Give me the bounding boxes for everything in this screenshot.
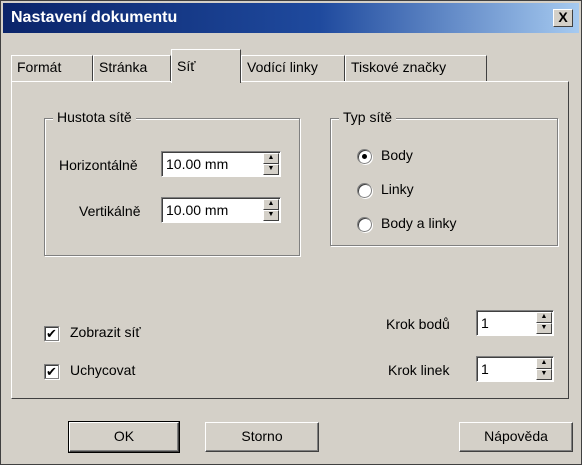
horizontal-down-arrow-icon[interactable]: ▼ — [263, 164, 279, 175]
snap-checkbox[interactable]: ✔ — [44, 364, 59, 379]
tab-grid[interactable]: Síť — [171, 49, 241, 83]
line-step-value[interactable]: 1 — [481, 361, 489, 377]
line-step-spinner[interactable]: 1 ▲ ▼ — [476, 356, 554, 382]
grid-type-title: Typ sítě — [339, 109, 397, 125]
radio-points-and-lines-label[interactable]: Body a linky — [381, 215, 456, 231]
grid-density-title: Hustota sítě — [53, 109, 136, 125]
snap-label[interactable]: Uchycovat — [70, 362, 135, 378]
point-step-spinner[interactable]: 1 ▲ ▼ — [476, 310, 554, 336]
point-step-label: Krok bodů — [386, 316, 450, 332]
line-step-down-arrow-icon[interactable]: ▼ — [536, 369, 552, 380]
ok-button[interactable]: OK — [68, 421, 180, 453]
grid-tab-panel: Hustota sítě Horizontálně 10.00 mm ▲ ▼ V… — [11, 81, 569, 399]
show-grid-label[interactable]: Zobrazit síť — [70, 324, 141, 340]
point-step-up-arrow-icon[interactable]: ▲ — [536, 312, 552, 323]
tab-guide-lines[interactable]: Vodící linky — [241, 55, 345, 81]
show-grid-checkbox[interactable]: ✔ — [44, 326, 59, 341]
horizontal-spinner[interactable]: 10.00 mm ▲ ▼ — [161, 151, 281, 177]
title-bar[interactable]: Nastavení dokumentu X — [3, 3, 579, 33]
dialog-title: Nastavení dokumentu — [11, 9, 178, 26]
radio-points[interactable] — [357, 149, 372, 164]
tab-format[interactable]: Formát — [11, 55, 93, 81]
radio-lines-label[interactable]: Linky — [381, 181, 414, 197]
vertical-up-arrow-icon[interactable]: ▲ — [263, 199, 279, 210]
horizontal-up-arrow-icon[interactable]: ▲ — [263, 153, 279, 164]
document-settings-dialog: Nastavení dokumentu X Formát Stránka Síť… — [0, 0, 582, 465]
close-button[interactable]: X — [553, 9, 573, 27]
radio-lines[interactable] — [357, 183, 372, 198]
grid-density-group: Hustota sítě Horizontálně 10.00 mm ▲ ▼ V… — [44, 109, 300, 256]
tab-page[interactable]: Stránka — [93, 55, 171, 81]
help-button[interactable]: Nápověda — [459, 422, 573, 452]
vertical-down-arrow-icon[interactable]: ▼ — [263, 210, 279, 221]
grid-type-group: Typ sítě Body Linky Body a linky — [330, 109, 558, 246]
horizontal-value[interactable]: 10.00 mm — [166, 156, 228, 172]
line-step-label: Krok linek — [388, 362, 450, 378]
vertical-value[interactable]: 10.00 mm — [166, 202, 228, 218]
point-step-down-arrow-icon[interactable]: ▼ — [536, 323, 552, 334]
point-step-value[interactable]: 1 — [481, 315, 489, 331]
horizontal-label: Horizontálně — [59, 157, 138, 173]
radio-points-label[interactable]: Body — [381, 147, 413, 163]
line-step-up-arrow-icon[interactable]: ▲ — [536, 358, 552, 369]
tab-print-marks[interactable]: Tiskové značky — [345, 55, 487, 81]
radio-points-and-lines[interactable] — [357, 217, 372, 232]
cancel-button[interactable]: Storno — [205, 422, 319, 452]
vertical-label: Vertikálně — [79, 203, 141, 219]
vertical-spinner[interactable]: 10.00 mm ▲ ▼ — [161, 197, 281, 223]
